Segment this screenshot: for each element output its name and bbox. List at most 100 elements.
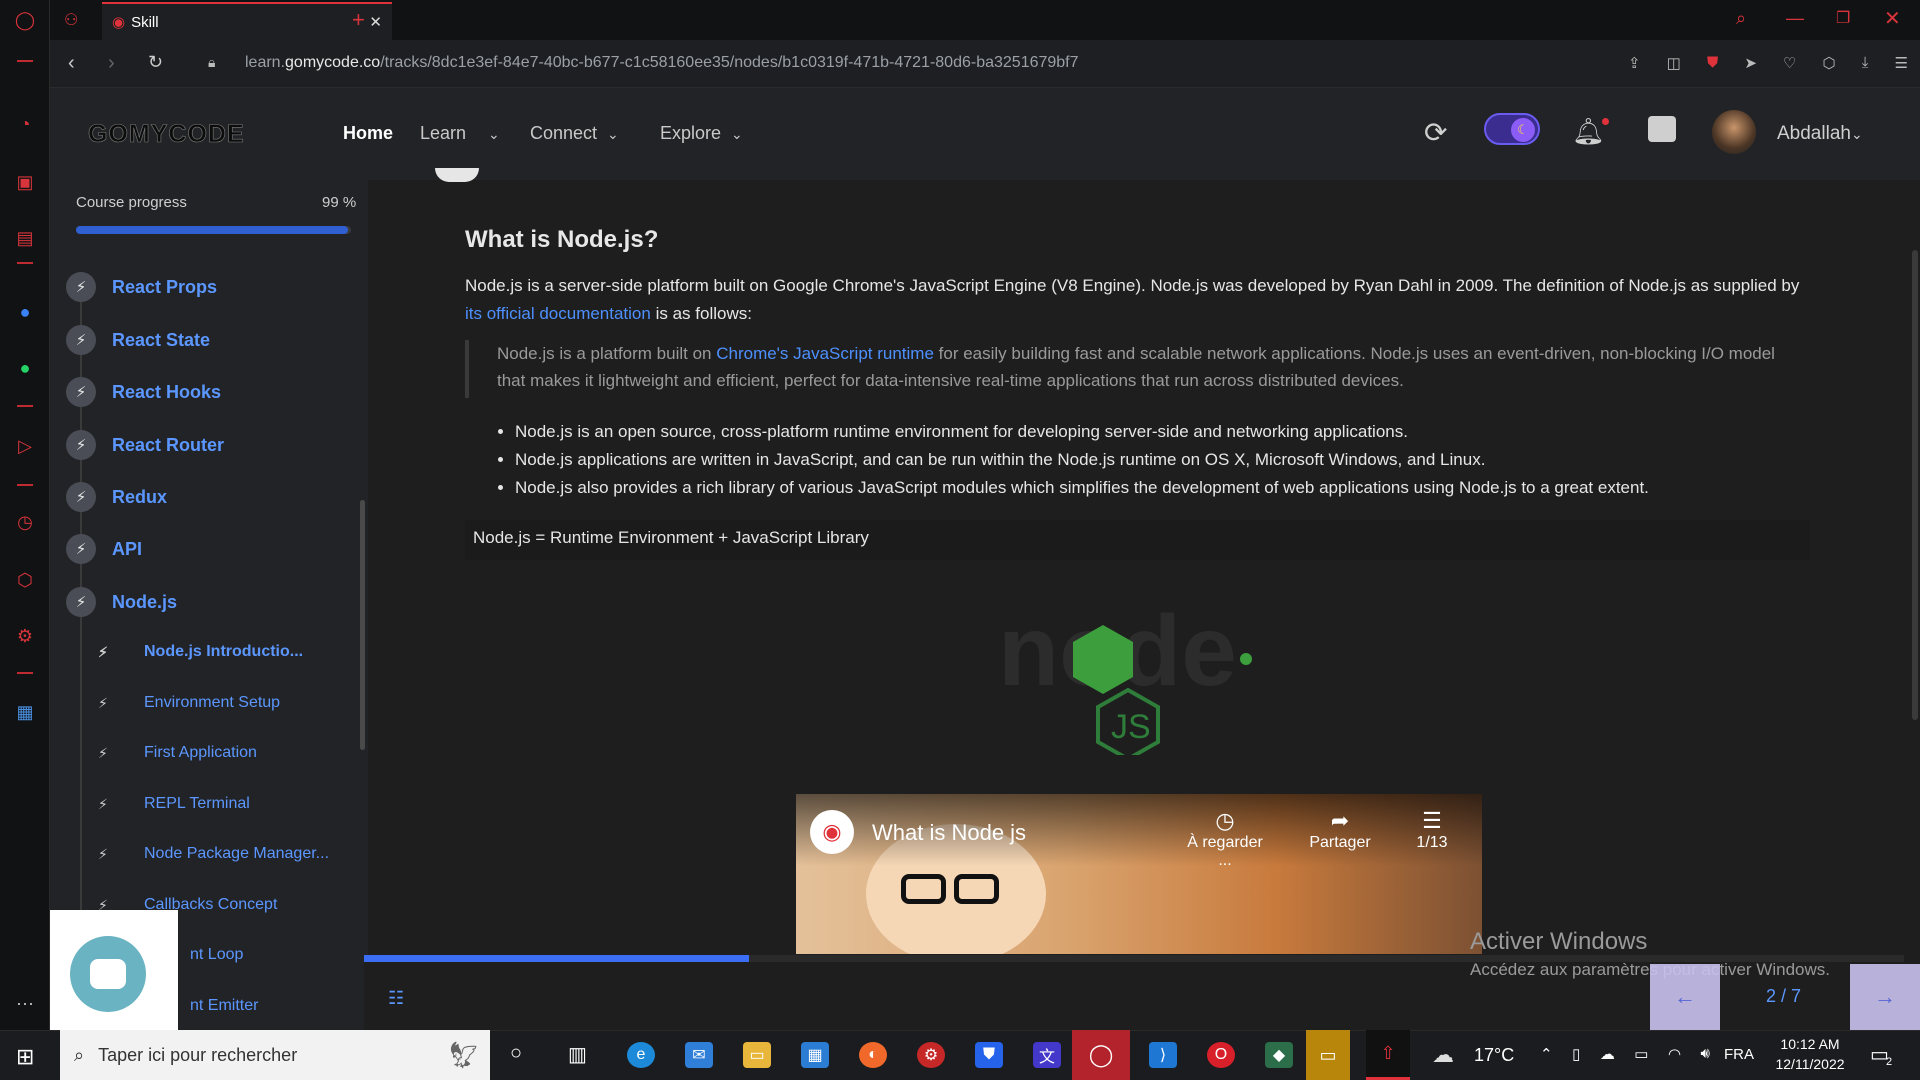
main-scrollbar[interactable] xyxy=(1912,250,1918,720)
chrome-runtime-link[interactable]: Chrome's JavaScript runtime xyxy=(716,344,934,363)
nav-learn[interactable]: Learn ⌄ xyxy=(420,123,500,144)
url-field[interactable]: learn.gomycode.co/tracks/8dc1e3ef-84e7-4… xyxy=(245,54,1079,72)
ms-store-icon[interactable]: ▦ xyxy=(801,1042,829,1068)
firefox-icon[interactable]: ◐ xyxy=(859,1042,887,1068)
avatar[interactable] xyxy=(1712,110,1756,154)
youtube-video-embed[interactable]: ◉ What is Node js ◷ À regarder ... ➦ Parta… xyxy=(796,794,1482,954)
course-progress-bar xyxy=(76,226,351,234)
chat-widget-button[interactable] xyxy=(70,936,146,1012)
taskbar-search[interactable]: ⌕ Taper ici pour rechercher 🦅︎ xyxy=(60,1030,490,1080)
file-explorer-icon[interactable]: ▭ xyxy=(743,1042,771,1068)
extensions-icon[interactable]: ⬡ xyxy=(1823,54,1836,72)
close-tab-icon[interactable]: ✕ xyxy=(369,13,382,31)
channel-logo-icon[interactable]: ◉ xyxy=(810,810,854,854)
task-view-icon[interactable]: ▥ xyxy=(568,1042,587,1067)
twitch-icon[interactable]: ▤ xyxy=(13,226,37,250)
sublesson-event-emitter[interactable]: nt Emitter xyxy=(190,997,258,1015)
nav-explore[interactable]: Explore ⌄ xyxy=(660,123,743,144)
whatsapp-icon[interactable]: ● xyxy=(13,356,37,380)
watch-later-button[interactable]: ◷ À regarder ... xyxy=(1180,808,1270,870)
search-tabs-icon[interactable]: ⌕ xyxy=(1736,8,1746,29)
game-controller-icon[interactable]: ⚇ xyxy=(64,10,78,30)
lesson-api[interactable]: ⚡︎ API xyxy=(66,534,142,564)
back-icon[interactable]: ‹ xyxy=(68,52,75,75)
share-button[interactable]: ➦ Partager xyxy=(1300,808,1380,852)
history-icon[interactable]: ◷ xyxy=(13,510,37,534)
volume-icon[interactable]: 🔊︎ xyxy=(1701,1045,1710,1063)
forward-icon[interactable]: › xyxy=(108,52,115,75)
official-docs-link[interactable]: its official documentation xyxy=(465,304,651,323)
windows-start-icon[interactable]: ⊞ xyxy=(16,1044,34,1070)
sidebar-scrollbar[interactable] xyxy=(360,500,365,750)
speed-dial-icon[interactable]: ◔ xyxy=(13,112,37,136)
previous-page-button[interactable]: ← xyxy=(1650,964,1720,1030)
more-icon[interactable]: ⋯ xyxy=(13,992,37,1016)
device-icon[interactable]: ▯ xyxy=(1572,1045,1580,1063)
shield-app-icon[interactable]: ⛊ xyxy=(975,1042,1003,1068)
cube-icon[interactable]: ⬡ xyxy=(13,568,37,592)
nav-home[interactable]: Home xyxy=(343,123,393,144)
chat-icon[interactable] xyxy=(1648,116,1676,142)
table-of-contents-icon[interactable]: ☷ xyxy=(388,988,404,1009)
app-upload-icon[interactable]: ⇧ xyxy=(1366,1030,1410,1080)
lesson-nodejs[interactable]: ⚡︎ Node.js xyxy=(66,587,177,617)
next-page-button[interactable]: → xyxy=(1850,964,1920,1030)
camera-icon[interactable]: ◫ xyxy=(1667,54,1681,72)
briefcase-icon[interactable]: ▣ xyxy=(13,170,37,194)
easy-setup-icon[interactable]: ☰ xyxy=(1894,54,1907,72)
folder-app-icon[interactable]: ▭ xyxy=(1306,1030,1350,1080)
lesson-react-props[interactable]: ⚡︎ React Props xyxy=(66,272,217,302)
reload-icon[interactable]: ↻ xyxy=(148,52,163,73)
sublesson-event-loop[interactable]: nt Loop xyxy=(190,946,243,964)
gomycode-logo[interactable]: GOMYCODE xyxy=(88,120,245,149)
edge-icon[interactable]: e xyxy=(627,1042,655,1068)
opera-gx-taskbar-icon[interactable]: ◯ xyxy=(1072,1030,1130,1080)
sublesson-nodejs-intro[interactable]: ⚡︎ Node.js Introductio... xyxy=(98,643,303,661)
minimize-icon[interactable]: — xyxy=(1786,8,1804,29)
git-icon[interactable]: ◆ xyxy=(1265,1042,1293,1068)
sublesson-environment-setup[interactable]: ⚡︎ Environment Setup xyxy=(98,694,280,712)
adblock-shield-icon[interactable]: ⛊ xyxy=(1707,54,1718,72)
lesson-react-state[interactable]: ⚡︎ React State xyxy=(66,325,210,355)
sublesson-first-application[interactable]: ⚡︎ First Application xyxy=(98,744,257,762)
video-title[interactable]: What is Node js xyxy=(872,820,1026,846)
player-icon[interactable]: ▷ xyxy=(13,434,37,458)
sublesson-npm[interactable]: ⚡︎ Node Package Manager... xyxy=(98,845,329,863)
playlist-button[interactable]: ☰ 1/13 xyxy=(1402,808,1462,852)
restore-icon[interactable]: ❐ xyxy=(1836,8,1850,28)
language-indicator[interactable]: FRA xyxy=(1724,1046,1754,1063)
close-window-icon[interactable]: ✕ xyxy=(1884,6,1901,31)
mail-icon[interactable]: ✉ xyxy=(685,1042,713,1068)
refresh-icon[interactable]: ⟳ xyxy=(1424,116,1447,149)
opera-logo-icon[interactable]: ◯ xyxy=(13,8,37,32)
vscode-icon[interactable]: ⟩ xyxy=(1149,1042,1177,1068)
settings-icon[interactable]: ⚙ xyxy=(13,624,37,648)
weather-temp[interactable]: 17°C xyxy=(1474,1045,1514,1066)
messenger-icon[interactable]: ● xyxy=(13,300,37,324)
user-menu[interactable]: Abdallah⌄ xyxy=(1777,123,1863,145)
clock[interactable]: 10:12 AM 12/11/2022 xyxy=(1770,1034,1850,1074)
battery-icon[interactable]: ▭ xyxy=(1634,1045,1648,1063)
share-icon[interactable]: ⇪ xyxy=(1628,54,1641,72)
clock-icon: ◷ xyxy=(1215,808,1235,833)
dark-mode-toggle[interactable]: ☾ xyxy=(1484,113,1540,145)
lesson-redux[interactable]: ⚡︎ Redux xyxy=(66,482,167,512)
translator-icon[interactable]: 文 xyxy=(1033,1042,1061,1068)
translate-icon[interactable]: ▦ xyxy=(13,700,37,724)
chevron-up-icon[interactable]: ⌃ xyxy=(1540,1045,1553,1063)
send-icon[interactable]: ➤ xyxy=(1744,54,1757,72)
lesson-react-router[interactable]: ⚡︎ React Router xyxy=(66,430,224,460)
bell-icon[interactable]: 🔔︎ xyxy=(1572,116,1605,147)
nav-connect[interactable]: Connect ⌄ xyxy=(530,123,619,144)
browser-tab[interactable]: ◉ Skill ✕ xyxy=(102,2,392,40)
sublesson-repl-terminal[interactable]: ⚡︎ REPL Terminal xyxy=(98,795,250,813)
lesson-react-hooks[interactable]: ⚡︎ React Hooks xyxy=(66,377,221,407)
opera-icon[interactable]: O xyxy=(1207,1042,1235,1068)
app-red-icon[interactable]: ⚙ xyxy=(917,1042,945,1068)
cortana-icon[interactable]: ○ xyxy=(510,1042,522,1065)
new-tab-icon[interactable]: + xyxy=(352,7,365,33)
onedrive-icon[interactable]: ☁ xyxy=(1600,1045,1615,1063)
download-icon[interactable]: ⤓ xyxy=(1862,54,1869,72)
wifi-icon[interactable]: ◠ xyxy=(1668,1045,1681,1063)
heart-icon[interactable]: ♡ xyxy=(1783,54,1796,72)
